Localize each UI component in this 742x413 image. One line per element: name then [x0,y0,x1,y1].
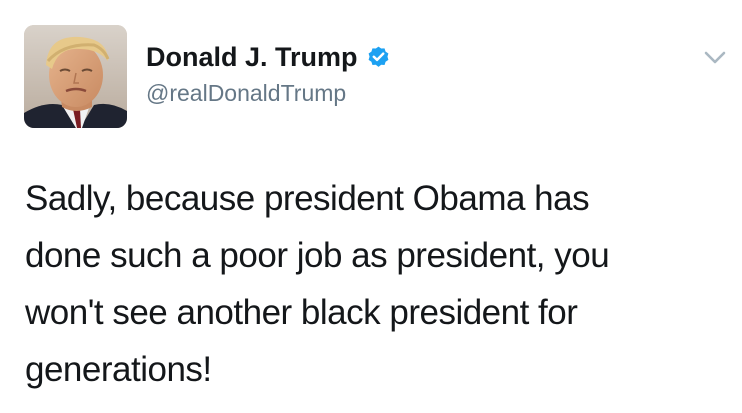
author-display-name[interactable]: Donald J. Trump [146,42,358,73]
avatar-image [24,25,127,128]
verified-badge-icon [366,45,391,70]
author-handle[interactable]: @realDonaldTrump [146,80,346,107]
tweet-card: Donald J. Trump @realDonaldTrump Sadly, … [0,0,742,413]
tweet-text: Sadly, because president Obama has done … [25,179,610,389]
chevron-down-icon[interactable] [703,50,727,66]
avatar[interactable] [24,25,127,128]
author-name-row: Donald J. Trump [146,40,391,74]
